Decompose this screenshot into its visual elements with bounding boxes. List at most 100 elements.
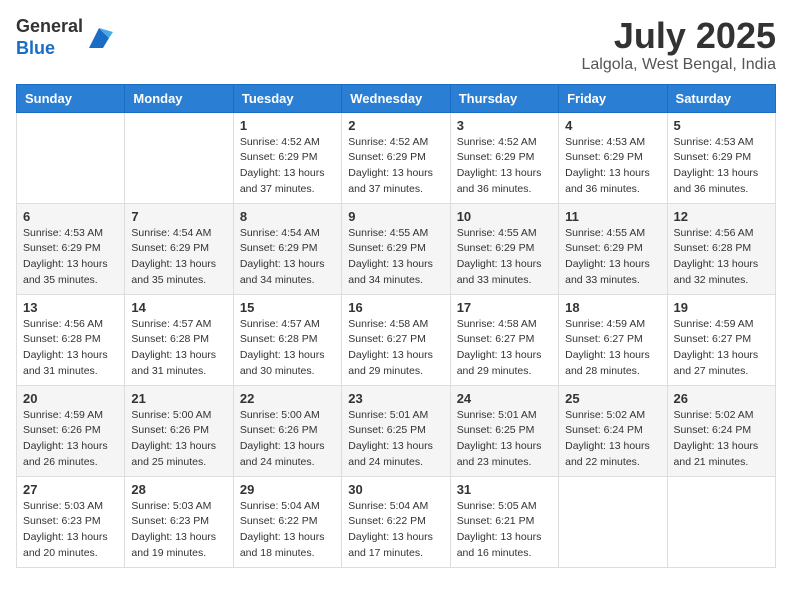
week-row-2: 6Sunrise: 4:53 AMSunset: 6:29 PMDaylight… [17, 203, 776, 294]
page-header: General Blue July 2025 Lalgola, West Ben… [16, 16, 776, 74]
day-number: 1 [240, 118, 335, 133]
calendar-cell: 1Sunrise: 4:52 AMSunset: 6:29 PMDaylight… [233, 112, 341, 203]
calendar-cell: 9Sunrise: 4:55 AMSunset: 6:29 PMDaylight… [342, 203, 450, 294]
day-number: 3 [457, 118, 552, 133]
day-info: Sunrise: 4:58 AMSunset: 6:27 PMDaylight:… [457, 317, 552, 380]
day-number: 14 [131, 300, 226, 315]
calendar-cell: 27 Sunrise: 5:03 AMSunset: 6:23 PMDayligh… [17, 476, 125, 567]
logo-blue: Blue [16, 38, 55, 58]
day-number: 15 [240, 300, 335, 315]
day-info: Sunrise: 4:59 AMSunset: 6:27 PMDaylight:… [674, 317, 769, 380]
day-number: 12 [674, 209, 769, 224]
calendar-cell: 21 Sunrise: 5:00 AMSunset: 6:26 PMDayligh… [125, 385, 233, 476]
logo-icon [85, 24, 113, 52]
calendar-cell: 6Sunrise: 4:53 AMSunset: 6:29 PMDaylight… [17, 203, 125, 294]
day-number: 10 [457, 209, 552, 224]
day-number: 13 [23, 300, 118, 315]
calendar-cell: 11Sunrise: 4:55 AMSunset: 6:29 PMDayligh… [559, 203, 667, 294]
calendar-cell: 19 Sunrise: 4:59 AMSunset: 6:27 PMDayligh… [667, 294, 775, 385]
calendar-cell: 17 Sunrise: 4:58 AMSunset: 6:27 PMDayligh… [450, 294, 558, 385]
calendar-cell: 14 Sunrise: 4:57 AMSunset: 6:28 PMDayligh… [125, 294, 233, 385]
day-info: Sunrise: 5:03 AMSunset: 6:23 PMDaylight:… [131, 499, 226, 562]
calendar-cell [559, 476, 667, 567]
calendar-cell: 4Sunrise: 4:53 AMSunset: 6:29 PMDaylight… [559, 112, 667, 203]
calendar-cell: 30Sunrise: 5:04 AMSunset: 6:22 PMDayligh… [342, 476, 450, 567]
day-info: Sunrise: 4:59 AMSunset: 6:27 PMDaylight:… [565, 317, 660, 380]
day-info: Sunrise: 4:57 AMSunset: 6:28 PMDaylight:… [240, 317, 335, 380]
day-info: Sunrise: 4:54 AMSunset: 6:29 PMDaylight:… [131, 226, 226, 289]
week-row-4: 20 Sunrise: 4:59 AMSunset: 6:26 PMDayligh… [17, 385, 776, 476]
day-info: Sunrise: 5:02 AMSunset: 6:24 PMDaylight:… [674, 408, 769, 471]
day-number: 19 [674, 300, 769, 315]
header-saturday: Saturday [667, 84, 775, 112]
calendar-cell: 24Sunrise: 5:01 AMSunset: 6:25 PMDayligh… [450, 385, 558, 476]
day-number: 21 [131, 391, 226, 406]
header-tuesday: Tuesday [233, 84, 341, 112]
header-thursday: Thursday [450, 84, 558, 112]
day-number: 23 [348, 391, 443, 406]
calendar-cell: 13 Sunrise: 4:56 AMSunset: 6:28 PMDayligh… [17, 294, 125, 385]
day-number: 22 [240, 391, 335, 406]
month-title: July 2025 [582, 16, 777, 56]
day-info: Sunrise: 5:03 AMSunset: 6:23 PMDaylight:… [23, 499, 118, 562]
week-row-5: 27 Sunrise: 5:03 AMSunset: 6:23 PMDayligh… [17, 476, 776, 567]
day-number: 20 [23, 391, 118, 406]
day-info: Sunrise: 4:53 AMSunset: 6:29 PMDaylight:… [674, 135, 769, 198]
day-info: Sunrise: 4:52 AMSunset: 6:29 PMDaylight:… [348, 135, 443, 198]
day-info: Sunrise: 5:05 AMSunset: 6:21 PMDaylight:… [457, 499, 552, 562]
day-info: Sunrise: 4:55 AMSunset: 6:29 PMDaylight:… [457, 226, 552, 289]
calendar-cell: 10 Sunrise: 4:55 AMSunset: 6:29 PMDayligh… [450, 203, 558, 294]
day-number: 18 [565, 300, 660, 315]
calendar-cell: 31 Sunrise: 5:05 AMSunset: 6:21 PMDayligh… [450, 476, 558, 567]
calendar-cell: 16 Sunrise: 4:58 AMSunset: 6:27 PMDayligh… [342, 294, 450, 385]
day-info: Sunrise: 5:01 AMSunset: 6:25 PMDaylight:… [457, 408, 552, 471]
day-info: Sunrise: 4:53 AMSunset: 6:29 PMDaylight:… [23, 226, 118, 289]
day-number: 17 [457, 300, 552, 315]
day-info: Sunrise: 4:57 AMSunset: 6:28 PMDaylight:… [131, 317, 226, 380]
calendar-cell: 20 Sunrise: 4:59 AMSunset: 6:26 PMDayligh… [17, 385, 125, 476]
day-info: Sunrise: 4:59 AMSunset: 6:26 PMDaylight:… [23, 408, 118, 471]
day-number: 9 [348, 209, 443, 224]
calendar-cell [667, 476, 775, 567]
day-number: 27 [23, 482, 118, 497]
calendar-cell: 29Sunrise: 5:04 AMSunset: 6:22 PMDayligh… [233, 476, 341, 567]
day-number: 29 [240, 482, 335, 497]
day-number: 31 [457, 482, 552, 497]
week-row-3: 13 Sunrise: 4:56 AMSunset: 6:28 PMDayligh… [17, 294, 776, 385]
day-info: Sunrise: 5:00 AMSunset: 6:26 PMDaylight:… [131, 408, 226, 471]
header-row: SundayMondayTuesdayWednesdayThursdayFrid… [17, 84, 776, 112]
calendar-cell [125, 112, 233, 203]
calendar-cell: 3Sunrise: 4:52 AMSunset: 6:29 PMDaylight… [450, 112, 558, 203]
calendar-cell: 12 Sunrise: 4:56 AMSunset: 6:28 PMDayligh… [667, 203, 775, 294]
day-number: 2 [348, 118, 443, 133]
calendar-cell [17, 112, 125, 203]
calendar-cell: 22 Sunrise: 5:00 AMSunset: 6:26 PMDayligh… [233, 385, 341, 476]
day-number: 30 [348, 482, 443, 497]
header-monday: Monday [125, 84, 233, 112]
day-number: 25 [565, 391, 660, 406]
day-number: 26 [674, 391, 769, 406]
day-info: Sunrise: 4:54 AMSunset: 6:29 PMDaylight:… [240, 226, 335, 289]
day-info: Sunrise: 5:02 AMSunset: 6:24 PMDaylight:… [565, 408, 660, 471]
calendar-cell: 18 Sunrise: 4:59 AMSunset: 6:27 PMDayligh… [559, 294, 667, 385]
logo: General Blue [16, 16, 113, 59]
calendar-cell: 26 Sunrise: 5:02 AMSunset: 6:24 PMDayligh… [667, 385, 775, 476]
day-info: Sunrise: 4:56 AMSunset: 6:28 PMDaylight:… [23, 317, 118, 380]
day-info: Sunrise: 5:00 AMSunset: 6:26 PMDaylight:… [240, 408, 335, 471]
calendar-table: SundayMondayTuesdayWednesdayThursdayFrid… [16, 84, 776, 568]
day-number: 5 [674, 118, 769, 133]
day-info: Sunrise: 5:01 AMSunset: 6:25 PMDaylight:… [348, 408, 443, 471]
title-block: July 2025 Lalgola, West Bengal, India [582, 16, 777, 74]
day-number: 28 [131, 482, 226, 497]
calendar-cell: 8Sunrise: 4:54 AMSunset: 6:29 PMDaylight… [233, 203, 341, 294]
calendar-cell: 7Sunrise: 4:54 AMSunset: 6:29 PMDaylight… [125, 203, 233, 294]
day-info: Sunrise: 4:56 AMSunset: 6:28 PMDaylight:… [674, 226, 769, 289]
day-info: Sunrise: 4:55 AMSunset: 6:29 PMDaylight:… [565, 226, 660, 289]
logo-general: General [16, 16, 83, 36]
day-number: 16 [348, 300, 443, 315]
calendar-cell: 15 Sunrise: 4:57 AMSunset: 6:28 PMDayligh… [233, 294, 341, 385]
header-wednesday: Wednesday [342, 84, 450, 112]
week-row-1: 1 Sunrise: 4:52 AMSunset: 6:29 PMDaylight… [17, 112, 776, 203]
calendar-cell: 23 Sunrise: 5:01 AMSunset: 6:25 PMDayligh… [342, 385, 450, 476]
day-info: Sunrise: 4:58 AMSunset: 6:27 PMDaylight:… [348, 317, 443, 380]
